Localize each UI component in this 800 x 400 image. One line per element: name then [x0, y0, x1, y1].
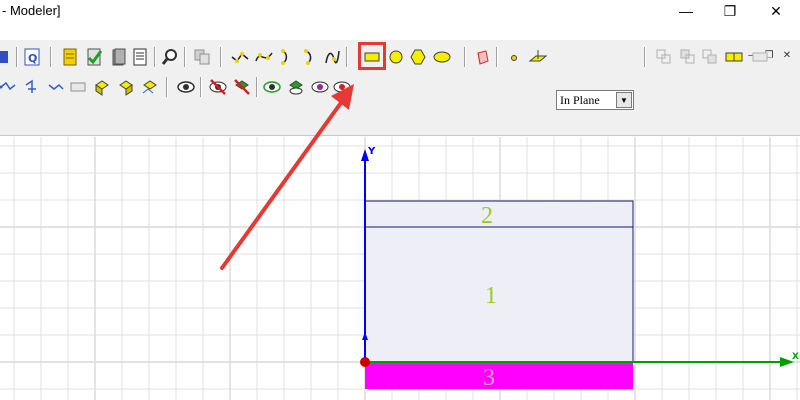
annotation-arrowhead [331, 84, 354, 110]
annotation-arrow [220, 98, 345, 270]
annotation-overlay [220, 84, 354, 270]
